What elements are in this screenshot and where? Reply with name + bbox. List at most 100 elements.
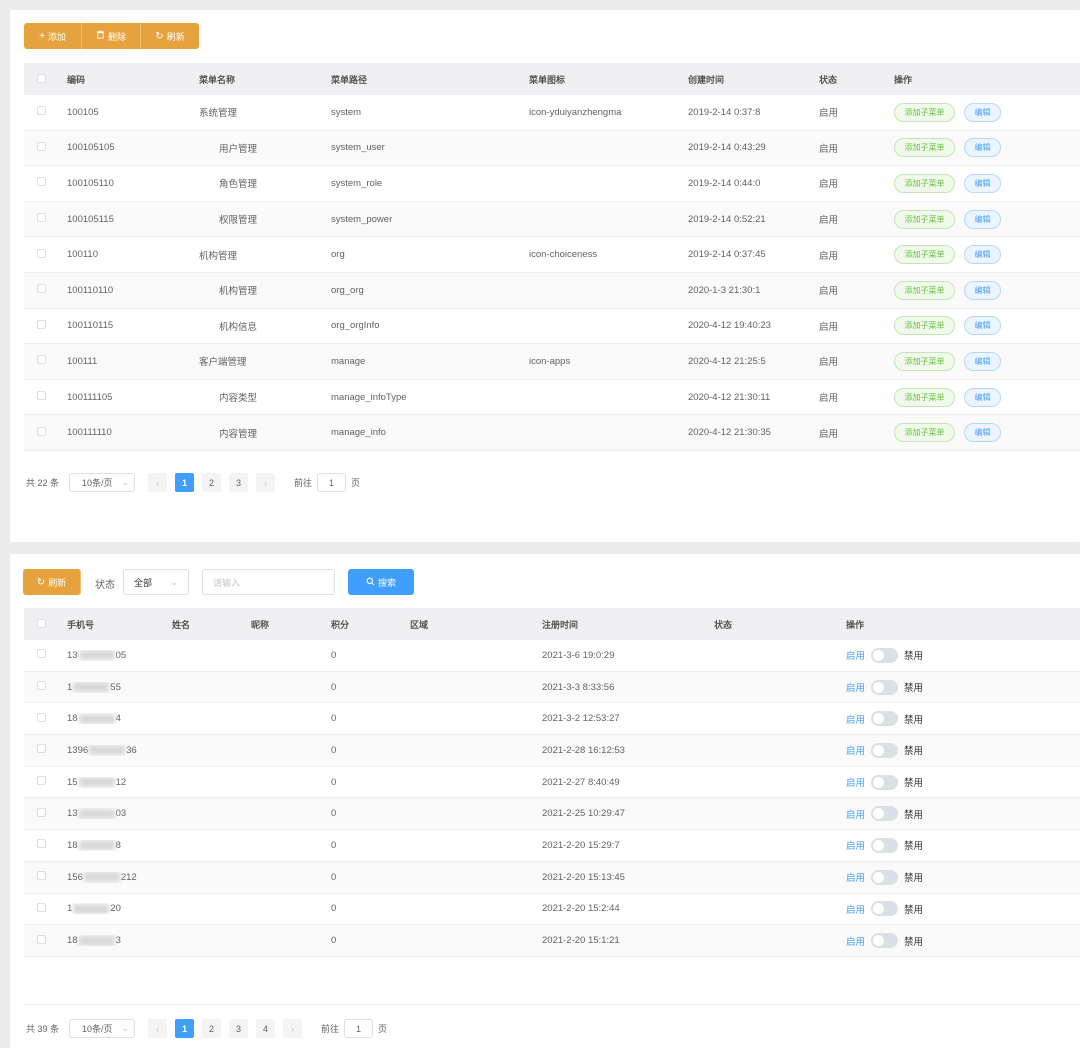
- add-child-menu-button[interactable]: 添加子菜单: [894, 173, 955, 193]
- menu-path: manage_infoType: [331, 391, 407, 403]
- add-child-menu-button[interactable]: 添加子菜单: [894, 387, 955, 407]
- status-filter-label: 状态: [95, 580, 115, 591]
- add-child-menu-button[interactable]: 添加子菜单: [894, 245, 955, 265]
- edit-button[interactable]: 编辑: [964, 280, 1001, 300]
- add-child-menu-button[interactable]: 添加子菜单: [894, 423, 955, 443]
- add-child-menu-button[interactable]: 添加子菜单: [894, 209, 955, 229]
- row-checkbox[interactable]: [37, 807, 46, 817]
- status-toggle[interactable]: [871, 711, 899, 727]
- row-checkbox[interactable]: [37, 902, 46, 912]
- edit-button[interactable]: 编辑: [964, 245, 1001, 265]
- refresh-button[interactable]: ↻ 刷新: [141, 23, 199, 49]
- row-checkbox[interactable]: [37, 106, 46, 116]
- disable-label[interactable]: 禁用: [904, 807, 923, 821]
- goto-page-input[interactable]: 1: [344, 1019, 374, 1038]
- status-toggle[interactable]: [871, 806, 899, 822]
- add-child-menu-button[interactable]: 添加子菜单: [894, 316, 955, 336]
- disable-label[interactable]: 禁用: [904, 870, 923, 884]
- row-checkbox[interactable]: [37, 744, 46, 754]
- row-checkbox[interactable]: [37, 248, 46, 258]
- edit-button[interactable]: 编辑: [964, 423, 1001, 443]
- disable-label[interactable]: 禁用: [904, 775, 923, 789]
- created-time: 2020-4-12 21:25:5: [688, 355, 766, 367]
- status-toggle[interactable]: [871, 901, 899, 917]
- enable-label[interactable]: 启用: [846, 680, 865, 694]
- enable-label[interactable]: 启用: [846, 712, 865, 726]
- next-page-button[interactable]: ›: [256, 473, 276, 492]
- row-checkbox[interactable]: [37, 213, 46, 223]
- page-size-select[interactable]: 10条/页 ⌄: [69, 1019, 136, 1038]
- prev-page-button[interactable]: ‹: [148, 473, 168, 492]
- page-1-button[interactable]: 1: [175, 473, 195, 492]
- enable-label[interactable]: 启用: [846, 743, 865, 757]
- enable-label[interactable]: 启用: [846, 838, 865, 852]
- row-checkbox[interactable]: [37, 681, 46, 691]
- created-time: 2019-2-14 0:52:21: [688, 213, 766, 225]
- edit-button[interactable]: 编辑: [964, 173, 1001, 193]
- status-toggle[interactable]: [871, 774, 899, 790]
- row-checkbox[interactable]: [37, 934, 46, 944]
- add-child-menu-button[interactable]: 添加子菜单: [894, 138, 955, 158]
- row-checkbox[interactable]: [37, 712, 46, 722]
- edit-button[interactable]: 编辑: [964, 387, 1001, 407]
- enable-label[interactable]: 启用: [846, 934, 865, 948]
- prev-page-button[interactable]: ‹: [148, 1019, 168, 1038]
- row-checkbox[interactable]: [37, 284, 46, 294]
- page-3-button[interactable]: 3: [229, 473, 249, 492]
- status-toggle[interactable]: [871, 837, 899, 853]
- search-button[interactable]: 搜索: [348, 569, 414, 595]
- add-button[interactable]: + 添加: [24, 23, 82, 49]
- row-actions: 添加子菜单 编辑: [894, 387, 1074, 407]
- row-checkbox[interactable]: [37, 776, 46, 786]
- select-all-checkbox[interactable]: [37, 73, 46, 83]
- edit-button[interactable]: 编辑: [964, 209, 1001, 229]
- disable-label[interactable]: 禁用: [904, 902, 923, 916]
- row-checkbox[interactable]: [37, 391, 46, 401]
- page-4-button[interactable]: 4: [256, 1019, 276, 1038]
- goto-page-input[interactable]: 1: [317, 473, 347, 492]
- disable-label[interactable]: 禁用: [904, 648, 923, 662]
- enable-label[interactable]: 启用: [846, 648, 865, 662]
- add-child-menu-button[interactable]: 添加子菜单: [894, 351, 955, 371]
- disable-label[interactable]: 禁用: [904, 934, 923, 948]
- user-refresh-button[interactable]: ↻ 刷新: [23, 569, 81, 595]
- delete-button[interactable]: 删除: [82, 23, 141, 49]
- status-toggle[interactable]: [871, 647, 899, 663]
- row-checkbox[interactable]: [37, 426, 46, 436]
- disable-label[interactable]: 禁用: [904, 838, 923, 852]
- redacted-mask: [78, 808, 115, 819]
- enable-label[interactable]: 启用: [846, 807, 865, 821]
- enable-label[interactable]: 启用: [846, 775, 865, 789]
- enable-label[interactable]: 启用: [846, 870, 865, 884]
- disable-label[interactable]: 禁用: [904, 680, 923, 694]
- status-toggle[interactable]: [871, 679, 899, 695]
- row-checkbox[interactable]: [37, 319, 46, 329]
- page-2-button[interactable]: 2: [202, 473, 222, 492]
- row-checkbox[interactable]: [37, 177, 46, 187]
- page-2-button[interactable]: 2: [202, 1019, 222, 1038]
- status-toggle[interactable]: [871, 869, 899, 885]
- disable-label[interactable]: 禁用: [904, 743, 923, 757]
- edit-button[interactable]: 编辑: [964, 138, 1001, 158]
- status-toggle[interactable]: [871, 933, 899, 949]
- page-size-select[interactable]: 10条/页 ⌄: [69, 473, 136, 492]
- search-input[interactable]: 请输入: [202, 569, 335, 595]
- edit-button[interactable]: 编辑: [964, 351, 1001, 371]
- status-filter-select[interactable]: 全部 ⌄: [123, 569, 189, 595]
- status-toggle[interactable]: [871, 742, 899, 758]
- select-all-checkbox[interactable]: [37, 618, 46, 628]
- row-checkbox[interactable]: [37, 839, 46, 849]
- edit-button[interactable]: 编辑: [964, 316, 1001, 336]
- row-checkbox[interactable]: [37, 355, 46, 365]
- page-1-button[interactable]: 1: [175, 1019, 195, 1038]
- next-page-button[interactable]: ›: [283, 1019, 303, 1038]
- add-child-menu-button[interactable]: 添加子菜单: [894, 102, 955, 122]
- add-child-menu-button[interactable]: 添加子菜单: [894, 280, 955, 300]
- row-checkbox[interactable]: [37, 871, 46, 881]
- disable-label[interactable]: 禁用: [904, 712, 923, 726]
- row-checkbox[interactable]: [37, 649, 46, 659]
- row-checkbox[interactable]: [37, 141, 46, 151]
- enable-label[interactable]: 启用: [846, 902, 865, 916]
- edit-button[interactable]: 编辑: [964, 102, 1001, 122]
- page-3-button[interactable]: 3: [229, 1019, 249, 1038]
